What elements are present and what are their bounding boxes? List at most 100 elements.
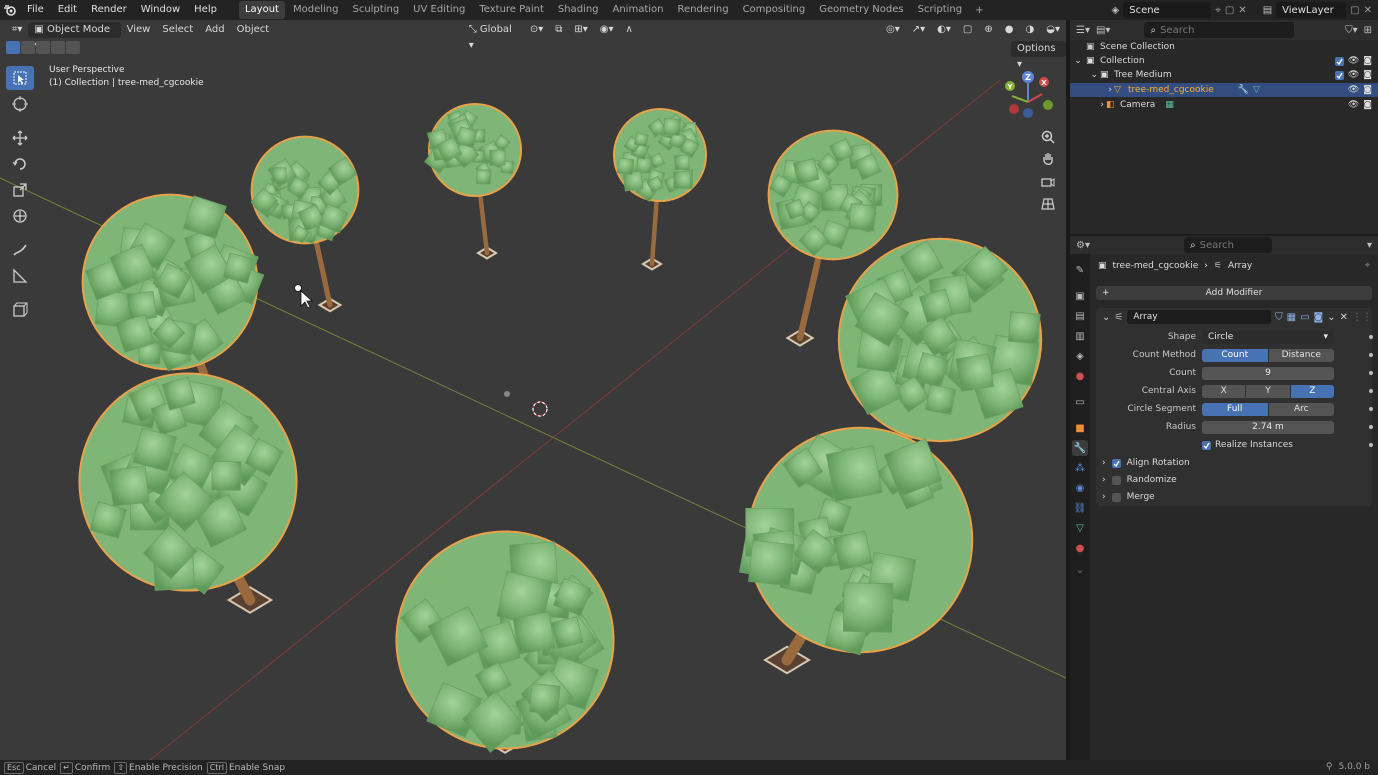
output-tab-icon[interactable]: ▤ xyxy=(1072,308,1088,324)
exclude-checkbox[interactable] xyxy=(1334,70,1344,80)
on-cage-icon[interactable]: ⛉ xyxy=(1275,312,1283,323)
keyframe-dot-icon[interactable] xyxy=(1369,443,1373,447)
randomize-subpanel[interactable]: › Randomize xyxy=(1102,473,1177,487)
pivot-point-icon[interactable]: ⊙▾ xyxy=(524,22,549,38)
chevron-down-icon[interactable]: ⌄ xyxy=(1327,312,1335,323)
delete-view-layer-icon[interactable]: ✕ xyxy=(1364,5,1372,16)
keyframe-dot-icon[interactable] xyxy=(1369,425,1373,429)
radius-field[interactable]: 2.74 m xyxy=(1202,420,1334,434)
scene-tab-icon[interactable]: ◈ xyxy=(1072,348,1088,364)
outliner-row-tree-med-cgcookie[interactable]: › ▽ tree-med_cgcookie 🔧 ▽ 👁 ◙ xyxy=(1070,83,1378,97)
collection-tab-icon[interactable]: ▭ xyxy=(1072,394,1088,410)
modifier-wrench-icon[interactable]: 🔧 xyxy=(1238,85,1249,95)
workspace-tab-modeling[interactable]: Modeling xyxy=(287,1,345,19)
workspace-tab-shading[interactable]: Shading xyxy=(552,1,605,19)
shading-rendered-icon[interactable]: ◒▾ xyxy=(1040,22,1066,38)
render-display-icon[interactable]: ◙ xyxy=(1314,312,1324,323)
menu-edit[interactable]: Edit xyxy=(51,0,84,20)
add-workspace-icon[interactable]: + xyxy=(969,5,989,16)
keyframe-dot-icon[interactable] xyxy=(1369,353,1373,357)
workspace-tab-sculpting[interactable]: Sculpting xyxy=(346,1,405,19)
select-menu[interactable]: Select xyxy=(156,22,199,38)
filter-icon[interactable]: ⛉▾ xyxy=(1345,25,1358,36)
new-collection-icon[interactable]: ⊞ xyxy=(1364,25,1372,36)
3d-viewport[interactable]: ⌗▾ ▣ Object Mode ▾ View Select Add Objec… xyxy=(0,20,1066,760)
central-axis-y[interactable]: Y xyxy=(1246,384,1290,398)
zoom-icon[interactable] xyxy=(1037,127,1059,147)
navigation-gizmo[interactable]: Z X Y xyxy=(1004,68,1064,130)
xray-toggle-icon[interactable]: ▢ xyxy=(957,22,978,38)
keyframe-dot-icon[interactable] xyxy=(1369,389,1373,393)
camera-render-icon[interactable]: ◙ xyxy=(1363,100,1372,110)
select-mode-extend-icon[interactable] xyxy=(21,41,35,54)
chevron-right-icon[interactable]: › xyxy=(1070,85,1114,95)
menu-help[interactable]: Help xyxy=(187,0,224,20)
perspective-toggle-icon[interactable] xyxy=(1037,194,1059,214)
scene-field[interactable]: Scene xyxy=(1123,2,1212,18)
tool-tab-icon[interactable]: ✎ xyxy=(1072,262,1088,278)
camera-data-icon[interactable]: ▦ xyxy=(1165,100,1174,110)
options-dropdown[interactable]: Options ▾ xyxy=(1011,41,1066,70)
editor-type-icon[interactable]: ⌗▾ xyxy=(6,22,29,38)
gizmo-toggle-icon[interactable]: ↗▾ xyxy=(906,22,931,38)
properties-editor-type-icon[interactable]: ⚙▾ xyxy=(1076,240,1090,251)
viewport-display-icon[interactable]: ▭ xyxy=(1300,312,1309,323)
workspace-tab-rendering[interactable]: Rendering xyxy=(671,1,734,19)
rotate-tool[interactable] xyxy=(6,152,34,176)
keyframe-dot-icon[interactable] xyxy=(1369,371,1373,375)
falloff-icon[interactable]: ∧ xyxy=(620,22,639,38)
render-tab-icon[interactable]: ▣ xyxy=(1072,288,1088,304)
workspace-tab-texture-paint[interactable]: Texture Paint xyxy=(473,1,550,19)
view-layer-field[interactable]: ViewLayer xyxy=(1276,2,1347,18)
merge-subpanel[interactable]: › Merge xyxy=(1102,490,1155,504)
physics-tab-icon[interactable]: ◉ xyxy=(1072,480,1088,496)
keyframe-dot-icon[interactable] xyxy=(1369,407,1373,411)
workspace-tab-layout[interactable]: Layout xyxy=(238,1,285,19)
view-layer-tab-icon[interactable]: ▥ xyxy=(1072,328,1088,344)
new-scene-icon[interactable]: ▢ xyxy=(1225,5,1234,16)
align-rotation-checkbox[interactable] xyxy=(1111,458,1121,468)
mode-selector[interactable]: ▣ Object Mode ▾ xyxy=(28,22,121,51)
add-modifier-button[interactable]: + Add Modifier xyxy=(1096,286,1372,300)
select-mode-invert-icon[interactable] xyxy=(51,41,65,54)
menu-render[interactable]: Render xyxy=(84,0,134,20)
select-box-tool[interactable] xyxy=(6,66,34,90)
shading-material-icon[interactable]: ◑ xyxy=(1020,22,1041,38)
count-method-count[interactable]: Count xyxy=(1202,348,1268,362)
proportional-edit-icon[interactable]: ◉▾ xyxy=(594,22,620,38)
chevron-down-icon[interactable]: ⌄ xyxy=(1102,312,1110,323)
eye-icon[interactable]: 👁 xyxy=(1348,85,1359,95)
chevron-down-icon[interactable]: ⌄ xyxy=(1070,70,1100,80)
randomize-checkbox[interactable] xyxy=(1111,475,1121,485)
constraints-tab-icon[interactable]: ⛓ xyxy=(1072,500,1088,516)
world-tab-icon[interactable]: ● xyxy=(1072,368,1088,384)
menu-window[interactable]: Window xyxy=(134,0,187,20)
edit-mode-icon[interactable]: ▦ xyxy=(1287,312,1296,323)
chevron-right-icon[interactable]: › xyxy=(1070,100,1106,110)
merge-checkbox[interactable] xyxy=(1111,492,1121,502)
modifier-name-field[interactable]: Array xyxy=(1127,310,1272,324)
material-tab-icon[interactable]: ● xyxy=(1072,540,1088,556)
delete-scene-icon[interactable]: ✕ xyxy=(1238,5,1246,16)
outliner-row-camera[interactable]: › ◧ Camera ▦ 👁 ◙ xyxy=(1070,98,1378,112)
view-menu[interactable]: View xyxy=(121,22,157,38)
object-menu[interactable]: Object xyxy=(231,22,276,38)
particles-tab-icon[interactable]: ⁂ xyxy=(1072,460,1088,476)
central-axis-x[interactable]: X xyxy=(1202,384,1246,398)
select-mode-intersect-icon[interactable] xyxy=(66,41,80,54)
camera-render-icon[interactable]: ◙ xyxy=(1363,85,1372,95)
drag-handle-icon[interactable]: ⋮⋮ xyxy=(1352,312,1372,323)
move-tool[interactable] xyxy=(6,126,34,150)
workspace-tab-geometry-nodes[interactable]: Geometry Nodes xyxy=(813,1,909,19)
snap-target-icon[interactable]: ⊞▾ xyxy=(568,22,593,38)
overlay-toggle-icon[interactable]: ◐▾ xyxy=(931,22,957,38)
camera-view-icon[interactable] xyxy=(1037,172,1059,192)
annotate-tool[interactable] xyxy=(6,238,34,262)
keyframe-dot-icon[interactable] xyxy=(1369,335,1373,339)
more-tabs-icon[interactable]: ⌄ xyxy=(1072,562,1088,578)
eye-icon[interactable]: 👁 xyxy=(1348,100,1359,110)
outliner-row-scene-collection[interactable]: ▣ Scene Collection xyxy=(1070,40,1378,54)
camera-render-icon[interactable]: ◙ xyxy=(1363,70,1372,80)
shading-wireframe-icon[interactable]: ⊕ xyxy=(978,22,998,38)
data-tab-icon[interactable]: ▽ xyxy=(1072,520,1088,536)
